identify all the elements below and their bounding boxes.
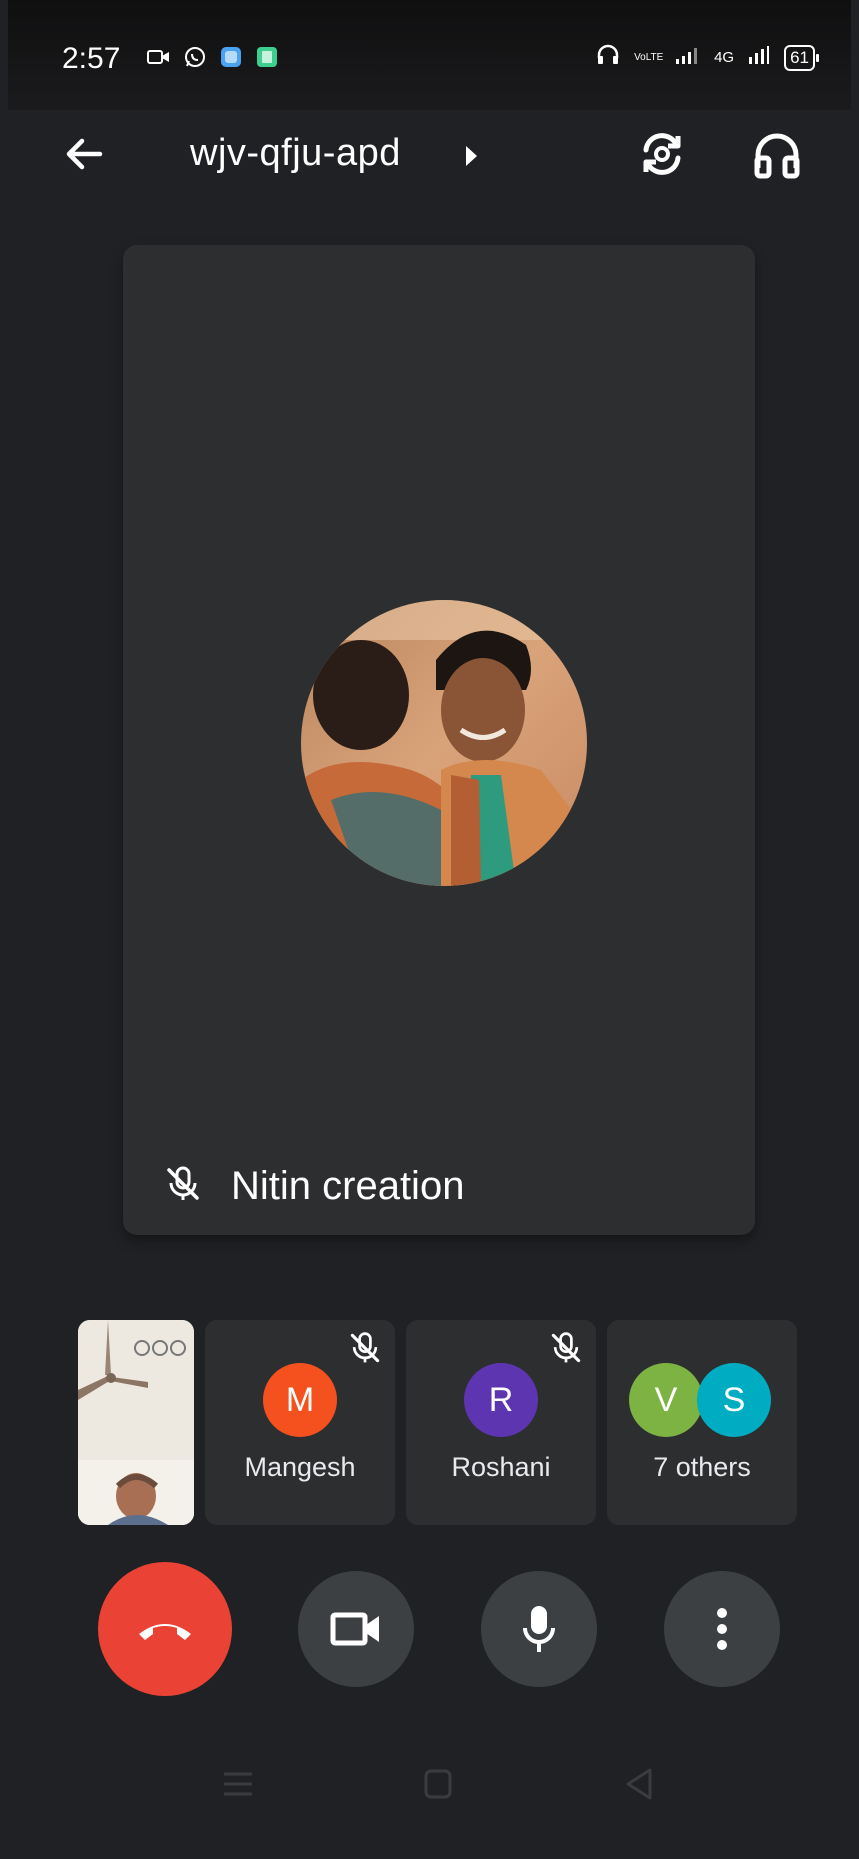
microphone-icon	[523, 1606, 555, 1652]
status-bar: 2:57 VoLTE 4G 61	[8, 0, 851, 110]
participant-tile-others[interactable]: V S 7 others	[607, 1320, 797, 1525]
self-view-tile[interactable]	[78, 1320, 194, 1525]
participant-name: Nitin creation	[231, 1164, 465, 1208]
volte-label: VoLTE	[634, 51, 664, 63]
main-participant-tile[interactable]: Nitin creation	[123, 245, 755, 1235]
mic-off-icon	[163, 1164, 203, 1209]
menu-nav-icon[interactable]	[218, 1764, 258, 1804]
signal-icon-2	[748, 45, 770, 70]
more-options-button[interactable]	[664, 1571, 780, 1687]
participant-name: Roshani	[451, 1452, 551, 1482]
participant-name: Mangesh	[244, 1452, 356, 1482]
video-camera-icon	[330, 1612, 379, 1646]
avatar: M	[263, 1363, 337, 1437]
video-call-icon	[146, 44, 172, 70]
more-options-dots[interactable]	[134, 1340, 186, 1356]
headphones-icon[interactable]	[750, 128, 804, 182]
phone-hangup-icon	[139, 1624, 191, 1640]
headset-status-icon	[596, 44, 620, 71]
tile-name-row: Nitin creation	[163, 1164, 464, 1209]
camera-toggle-button[interactable]	[298, 1571, 414, 1687]
status-time: 2:57	[62, 42, 121, 75]
participant-tile-mangesh[interactable]: M Mangesh	[205, 1320, 395, 1525]
app-green-icon	[254, 44, 280, 70]
others-count: 7 others	[653, 1452, 751, 1482]
system-nav-bar	[8, 1719, 851, 1859]
status-right-icons: VoLTE 4G 61	[596, 44, 819, 71]
mic-toggle-button[interactable]	[481, 1571, 597, 1687]
participant-photo	[301, 600, 587, 886]
whatsapp-icon	[182, 44, 208, 70]
chevron-right-icon[interactable]	[466, 146, 477, 166]
avatar: V	[629, 1363, 703, 1437]
network-type: 4G	[714, 49, 735, 66]
meet-call-screen: 2:57 VoLTE 4G 61 wjv-qfju-apd Nitin crea…	[8, 0, 851, 1859]
participant-tile-roshani[interactable]: R Roshani	[406, 1320, 596, 1525]
back-arrow-icon[interactable]	[60, 130, 108, 178]
signal-icon	[674, 45, 700, 70]
app-blue-icon	[218, 44, 244, 70]
battery-indicator: 61	[784, 44, 819, 71]
end-call-button[interactable]	[98, 1562, 232, 1696]
call-controls	[8, 1562, 851, 1702]
home-nav-icon[interactable]	[418, 1764, 458, 1804]
avatar: R	[464, 1363, 538, 1437]
mic-off-icon	[347, 1330, 383, 1366]
more-vert-icon	[717, 1608, 727, 1650]
notification-icons	[146, 44, 280, 70]
avatar: S	[697, 1363, 771, 1437]
call-top-bar: wjv-qfju-apd	[8, 110, 851, 190]
mic-off-icon	[548, 1330, 584, 1366]
back-nav-icon[interactable]	[620, 1764, 660, 1804]
switch-camera-icon[interactable]	[634, 126, 690, 182]
meeting-code[interactable]: wjv-qfju-apd	[190, 132, 401, 175]
